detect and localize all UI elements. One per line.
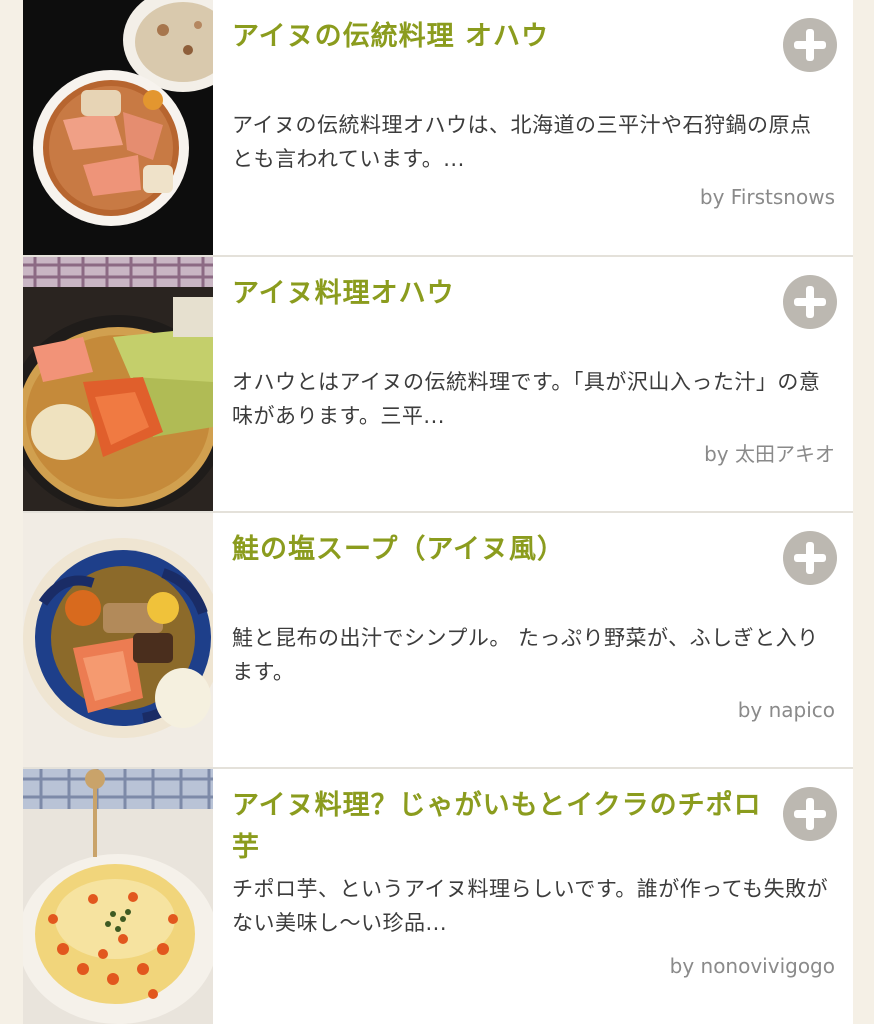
- recipe-thumbnail[interactable]: [23, 513, 213, 767]
- recipe-author[interactable]: by 太田アキオ: [704, 439, 835, 469]
- add-recipe-button[interactable]: [783, 531, 837, 585]
- recipe-title[interactable]: アイヌ料理オハウ: [232, 273, 772, 315]
- recipe-thumbnail[interactable]: [23, 257, 213, 511]
- recipe-card[interactable]: アイヌ料理？じゃがいもとイクラのチポロ芋 チポロ芋、というアイヌ料理らしいです。…: [23, 769, 853, 1024]
- add-recipe-button[interactable]: [783, 275, 837, 329]
- recipe-description: 鮭と昆布の出汁でシンプル。 たっぷり野菜が、ふしぎと入ります。: [232, 626, 819, 684]
- recipe-card[interactable]: アイヌ料理オハウ オハウとはアイヌの伝統料理です。「具が沢山入った汁」の意味があ…: [23, 257, 853, 511]
- add-recipe-button[interactable]: [783, 18, 837, 72]
- recipe-description: チポロ芋、というアイヌ料理らしいです。誰が作っても失敗がない美味し〜い珍品...: [232, 877, 829, 935]
- recipe-author[interactable]: by Firstsnows: [700, 182, 835, 212]
- recipe-title[interactable]: 鮭の塩スープ（アイヌ風）: [232, 529, 772, 571]
- recipe-card[interactable]: アイヌの伝統料理 オハウ アイヌの伝統料理オハウは、北海道の三平汁や石狩鍋の原点…: [23, 0, 853, 255]
- recipe-description: オハウとはアイヌの伝統料理です。「具が沢山入った汁」の意味があります。三平...: [232, 370, 821, 428]
- recipe-list: アイヌの伝統料理 オハウ アイヌの伝統料理オハウは、北海道の三平汁や石狩鍋の原点…: [23, 0, 853, 1024]
- recipe-thumbnail[interactable]: [23, 769, 213, 1024]
- add-recipe-button[interactable]: [783, 787, 837, 841]
- recipe-description: アイヌの伝統料理オハウは、北海道の三平汁や石狩鍋の原点とも言われています。...: [232, 113, 812, 171]
- recipe-author[interactable]: by nonovivigogo: [670, 951, 835, 981]
- recipe-title[interactable]: アイヌ料理？じゃがいもとイクラのチポロ芋: [232, 785, 772, 869]
- recipe-title[interactable]: アイヌの伝統料理 オハウ: [232, 16, 772, 58]
- recipe-author[interactable]: by napico: [738, 695, 835, 725]
- recipe-card[interactable]: 鮭の塩スープ（アイヌ風） 鮭と昆布の出汁でシンプル。 たっぷり野菜が、ふしぎと入…: [23, 513, 853, 767]
- recipe-thumbnail[interactable]: [23, 0, 213, 255]
